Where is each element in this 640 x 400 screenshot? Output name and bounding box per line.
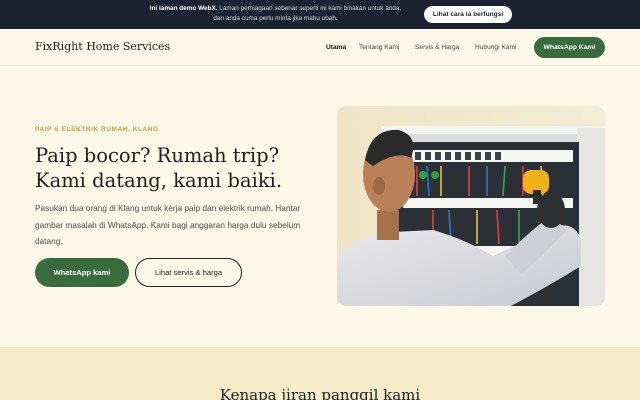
- hero-description: Pasukan dua orang di Klang untuk kerja p…: [35, 203, 301, 246]
- nav-link-utama[interactable]: Utama: [326, 44, 346, 51]
- how-it-works-button[interactable]: Lihat cara ia berfungsi: [424, 6, 512, 23]
- whatsapp-hero-button[interactable]: WhatsApp kami: [35, 258, 129, 287]
- hero-title-line2: Kami datang, kami baiki.: [35, 168, 283, 192]
- banner-line1: Laman perniagaan sebenar seperti ini kam…: [217, 5, 402, 12]
- hero-title: Paip bocor? Rumah trip? Kami datang, kam…: [35, 144, 325, 193]
- whatsapp-nav-button[interactable]: WhatsApp Kami: [534, 37, 605, 58]
- banner-strong: Ini laman demo WebX.: [149, 5, 218, 12]
- hero-eyebrow: PAIP & ELEKTRIK RUMAH, KLANG: [35, 126, 159, 133]
- demo-banner: Ini laman demo WebX. Laman perniagaan se…: [0, 0, 640, 29]
- services-prices-button[interactable]: Lihat servis & harga: [135, 258, 242, 287]
- hero-photo-electrician: [337, 106, 605, 306]
- nav-link-tentang-kami[interactable]: Tentang Kami: [359, 44, 399, 51]
- nav-link-servis-harga[interactable]: Servis & Harga: [415, 44, 459, 51]
- banner-message: Ini laman demo WebX. Laman perniagaan se…: [133, 4, 418, 23]
- nav-link-hubungi-kami[interactable]: Hubungi Kami: [475, 44, 516, 51]
- top-nav: FixRight Home Services Utama Tentang Kam…: [0, 29, 640, 66]
- brand-logo[interactable]: FixRight Home Services: [35, 40, 170, 53]
- why-section-title: Kenapa jiran panggil kami: [219, 386, 421, 400]
- banner-line2: dan anda cuma perlu minta jika mahu ubah…: [213, 14, 338, 22]
- hero-title-line1: Paip bocor? Rumah trip?: [35, 144, 280, 167]
